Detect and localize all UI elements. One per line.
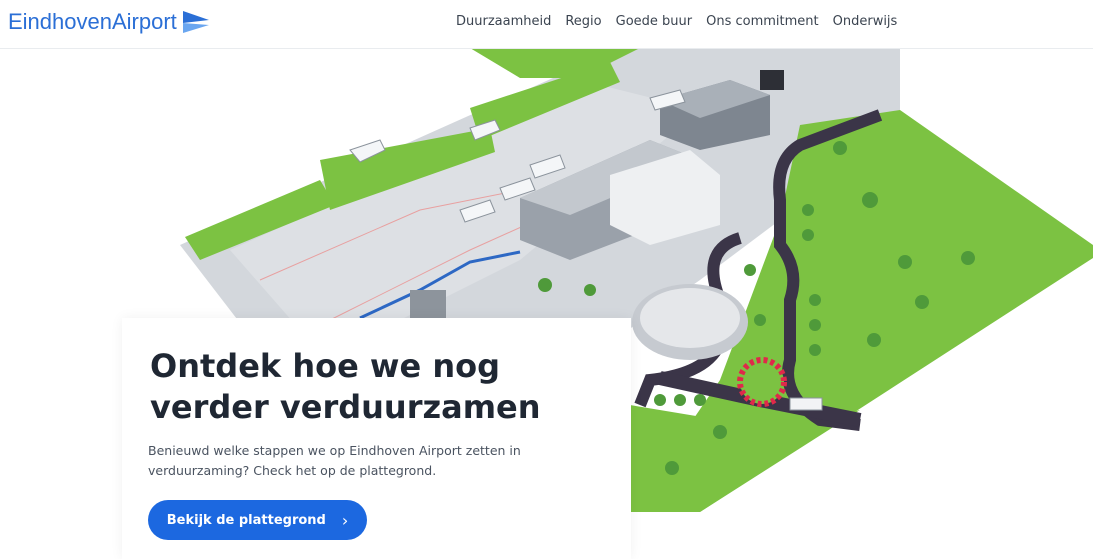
- parking-inner: [640, 288, 740, 348]
- logo-text: EindhovenAirport: [8, 9, 177, 34]
- hero-text: Benieuwd welke stappen we op Eindhoven A…: [148, 443, 521, 478]
- nav-ons-commitment[interactable]: Ons commitment: [706, 14, 819, 29]
- site-header: EindhovenAirport Duurzaamheid Regio Goed…: [0, 0, 1093, 49]
- view-map-button-label: Bekijk de plattegrond: [166, 512, 326, 528]
- bus: [789, 397, 823, 411]
- nav-duurzaamheid[interactable]: Duurzaamheid: [456, 14, 551, 29]
- airport-logo-icon: [182, 11, 209, 33]
- chevron-right-icon: ›: [341, 510, 349, 530]
- logo[interactable]: EindhovenAirport: [8, 9, 209, 35]
- nav-goede-buur[interactable]: Goede buur: [616, 14, 692, 29]
- roundabout: [737, 357, 787, 407]
- nav-regio[interactable]: Regio: [565, 14, 601, 29]
- hangar-small: [410, 290, 446, 318]
- main-nav: Duurzaamheid Regio Goede buur Ons commit…: [456, 14, 897, 29]
- view-map-button[interactable]: Bekijk de plattegrond ›: [148, 500, 367, 540]
- nav-onderwijs[interactable]: Onderwijs: [833, 14, 898, 29]
- hero-title: Ontdek hoe we nog verder verduurzamen: [150, 347, 541, 426]
- control-building: [760, 70, 784, 90]
- hero-card: Ontdek hoe we nog verder verduurzamen Be…: [122, 318, 631, 559]
